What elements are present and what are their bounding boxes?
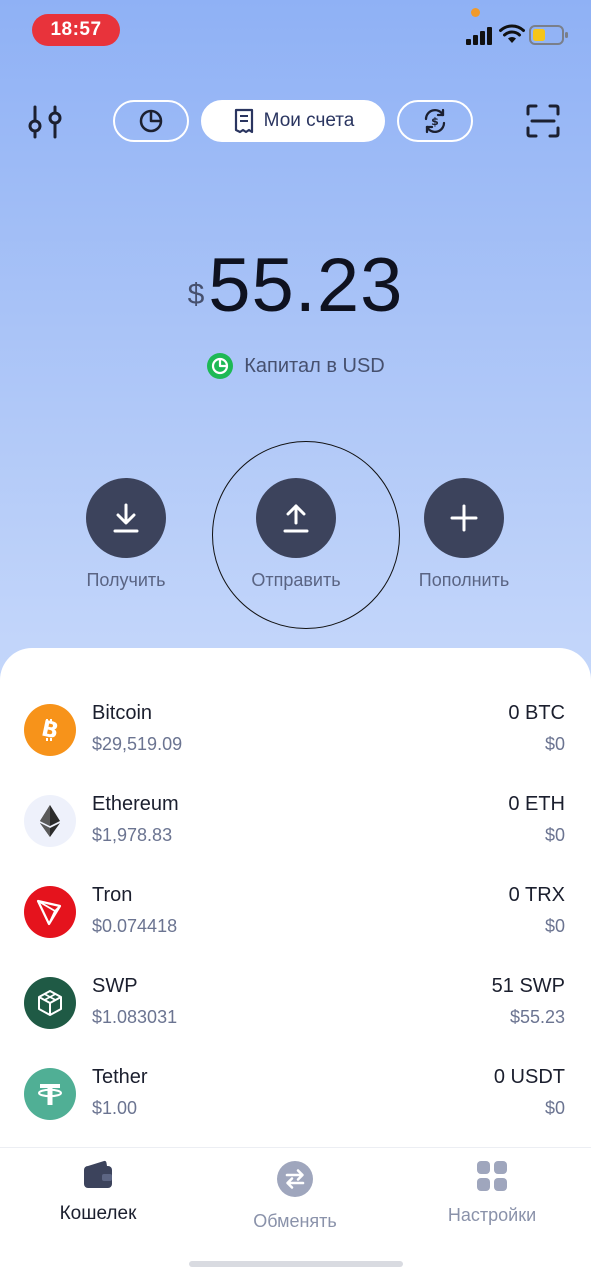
asset-row-tron[interactable]: Tron $0.074418 0 TRX $0 — [0, 880, 591, 944]
quick-actions: Получить Отправить Пополнить — [0, 478, 591, 608]
cellular-signal-icon — [466, 27, 492, 45]
currency-exchange-icon: $ — [424, 108, 446, 134]
asset-name: Bitcoin — [92, 702, 153, 724]
svg-text:$: $ — [431, 115, 439, 128]
asset-row-tether[interactable]: Tether $1.00 0 USDT $0 — [0, 1062, 591, 1126]
asset-row-bitcoin[interactable]: B Bitcoin $29,519.09 0 BTC $0 — [0, 698, 591, 762]
asset-value: $0 — [544, 1098, 565, 1118]
asset-price: $0.074418 — [92, 916, 178, 936]
top-navigation: Мои счета $ — [0, 97, 591, 145]
capital-currency-selector[interactable]: Капитал в USD — [0, 352, 591, 380]
swp-icon — [24, 977, 76, 1029]
capital-chart-icon — [207, 353, 234, 379]
wallet-icon — [84, 1160, 112, 1188]
tab-exchange-label: Обменять — [253, 1211, 337, 1231]
tab-settings[interactable]: Настройки — [417, 1160, 567, 1226]
settings-grid-icon — [477, 1161, 507, 1191]
status-time: 18:57 — [32, 14, 120, 46]
tab-wallet-label: Кошелек — [59, 1203, 137, 1224]
asset-quantity: 0 ETH — [508, 793, 565, 815]
top-up-label: Пополнить — [418, 570, 510, 590]
send-button[interactable]: Отправить — [236, 478, 356, 591]
filter-sliders-icon[interactable] — [26, 104, 66, 140]
my-accounts-label: Мои счета — [263, 110, 355, 131]
capital-label: Капитал в USD — [244, 354, 385, 377]
asset-row-ethereum[interactable]: Ethereum $1,978.83 0 ETH $0 — [0, 789, 591, 853]
wifi-icon — [499, 24, 525, 43]
status-bar: 18:57 — [0, 0, 591, 60]
send-label: Отправить — [251, 570, 341, 590]
asset-name: SWP — [92, 975, 138, 997]
my-accounts-tab[interactable]: Мои счета — [201, 100, 385, 142]
receive-circle[interactable] — [86, 478, 166, 558]
battery-icon — [529, 25, 568, 45]
bitcoin-icon: B — [24, 704, 76, 756]
download-icon — [113, 503, 139, 533]
asset-price: $29,519.09 — [92, 734, 183, 754]
swap-icon — [277, 1161, 313, 1197]
home-indicator[interactable] — [189, 1261, 403, 1267]
tether-icon — [24, 1068, 76, 1120]
asset-price: $1.00 — [92, 1098, 138, 1118]
plus-icon — [450, 504, 478, 532]
balance-currency-symbol: $ — [187, 278, 205, 311]
upload-icon — [283, 504, 309, 533]
asset-row-swp[interactable]: SWP $1.083031 51 SWP $55.23 — [0, 971, 591, 1035]
receive-label: Получить — [86, 570, 166, 590]
privacy-indicator-dot — [471, 8, 480, 17]
asset-price: $1.083031 — [92, 1007, 178, 1027]
svg-text:B: B — [39, 717, 61, 744]
asset-value: $55.23 — [509, 1007, 565, 1027]
asset-value: $0 — [544, 825, 565, 845]
asset-value: $0 — [544, 916, 565, 936]
qr-scan-icon[interactable] — [525, 103, 561, 139]
bottom-navigation: Кошелек Обменять Настройки — [0, 1147, 591, 1280]
pie-chart-icon — [139, 109, 163, 133]
tab-exchange[interactable]: Обменять — [220, 1160, 370, 1232]
ethereum-icon — [24, 795, 76, 847]
send-circle[interactable] — [256, 478, 336, 558]
asset-quantity: 51 SWP — [491, 975, 565, 997]
top-up-button[interactable]: Пополнить — [404, 478, 524, 591]
balance-amount: 55.23 — [208, 243, 404, 328]
asset-quantity: 0 TRX — [508, 884, 565, 906]
asset-quantity: 0 USDT — [493, 1066, 565, 1088]
asset-name: Tron — [92, 884, 133, 906]
asset-quantity: 0 BTC — [508, 702, 565, 724]
asset-name: Ethereum — [92, 793, 179, 815]
receipt-icon — [234, 108, 253, 134]
asset-name: Tether — [92, 1066, 148, 1088]
tab-wallet[interactable]: Кошелек — [23, 1160, 173, 1225]
portfolio-chart-tab[interactable] — [113, 100, 189, 142]
top-up-circle[interactable] — [424, 478, 504, 558]
tab-settings-label: Настройки — [447, 1205, 537, 1225]
asset-price: $1,978.83 — [92, 825, 173, 845]
total-balance: $ 55.23 — [0, 248, 591, 324]
exchange-history-tab[interactable]: $ — [397, 100, 473, 142]
receive-button[interactable]: Получить — [66, 478, 186, 591]
asset-value: $0 — [544, 734, 565, 754]
tron-icon — [24, 886, 76, 938]
